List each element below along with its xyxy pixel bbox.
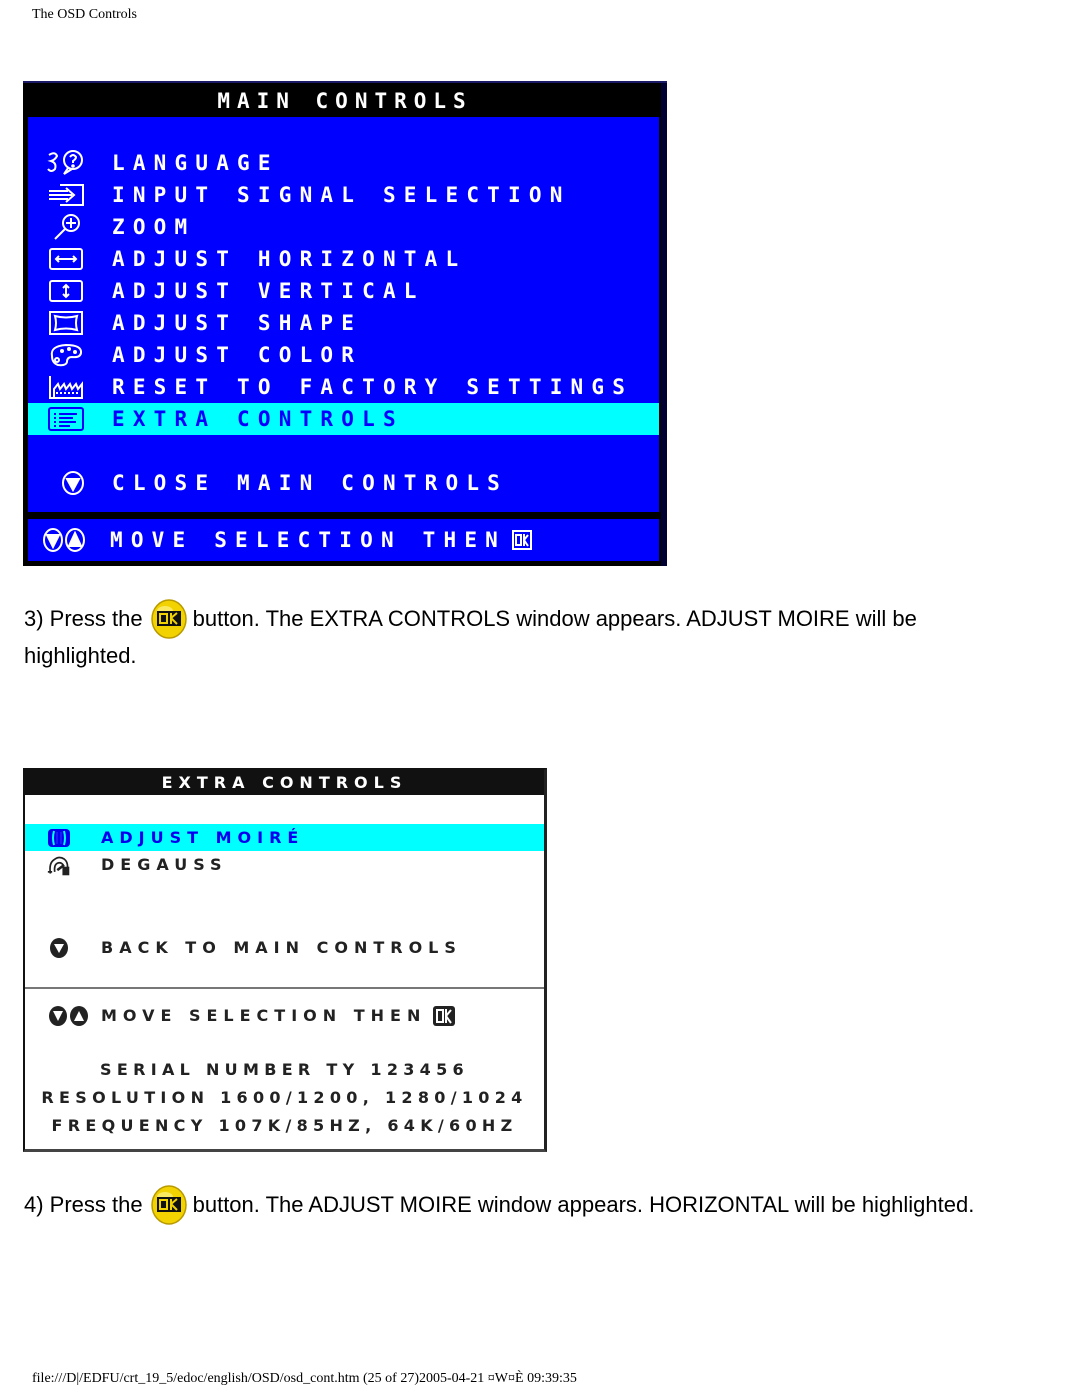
move-selection-hint: MOVE SELECTION THEN — [25, 1002, 544, 1029]
frequency-line: FREQUENCY 107K/85HZ, 64K/60HZ — [51, 1116, 518, 1135]
ok-button-icon — [150, 599, 187, 639]
menu-item-label: LANGUAGE — [112, 151, 279, 175]
back-to-main-controls-label: BACK TO MAIN CONTROLS — [101, 938, 462, 957]
osd-frame-edge — [661, 83, 667, 566]
serial-number-line: SERIAL NUMBER TY 123456 — [100, 1060, 469, 1079]
list-icon — [44, 406, 88, 432]
menu-item-label: INPUT SIGNAL SELECTION — [112, 183, 571, 207]
page-header-title: The OSD Controls — [32, 7, 137, 22]
move-selection-label: MOVE SELECTION THEN — [110, 528, 507, 552]
vertical-arrows-icon — [44, 278, 88, 304]
menu-item-language[interactable]: LANGUAGE — [28, 147, 659, 179]
shape-icon — [44, 310, 88, 336]
menu-item-label: ADJUST MOIRÉ — [101, 828, 305, 847]
ok-button-icon — [150, 1185, 187, 1225]
main-controls-menu: LANGUAGE INPUT SIGNAL SELECTION ZOOM ADJ… — [28, 117, 659, 512]
horizontal-arrows-icon — [44, 246, 88, 272]
main-controls-title: MAIN CONTROLS — [217, 89, 473, 113]
move-selection-hint: MOVE SELECTION THEN — [28, 524, 659, 556]
menu-item-label: ADJUST COLOR — [112, 343, 363, 367]
step-3-suffix: button. The EXTRA CONTROLS window appear… — [192, 606, 917, 631]
menu-item-label: ADJUST SHAPE — [112, 311, 363, 335]
step-4-prefix: 4) Press the — [24, 1192, 143, 1217]
palette-icon — [44, 342, 88, 368]
ok-icon — [510, 527, 534, 553]
main-controls-footer: MOVE SELECTION THEN — [28, 519, 659, 561]
menu-item-label: ADJUST HORIZONTAL — [112, 247, 467, 271]
menu-item-label: EXTRA CONTROLS — [112, 407, 404, 431]
menu-item-input-signal-selection[interactable]: INPUT SIGNAL SELECTION — [28, 179, 659, 211]
step-4-suffix: button. The ADJUST MOIRE window appears.… — [192, 1192, 975, 1217]
close-main-controls-item[interactable]: CLOSE MAIN CONTROLS — [28, 467, 659, 499]
down-triangle-icon — [47, 936, 71, 960]
menu-item-label: ADJUST VERTICAL — [112, 279, 425, 303]
back-to-main-controls-item[interactable]: BACK TO MAIN CONTROLS — [25, 934, 544, 961]
menu-item-degauss[interactable]: DEGAUSS — [25, 851, 544, 878]
up-down-buttons-icon — [42, 527, 88, 553]
degauss-icon — [47, 853, 71, 877]
menu-item-adjust-horizontal[interactable]: ADJUST HORIZONTAL — [28, 243, 659, 275]
menu-item-adjust-color[interactable]: ADJUST COLOR — [28, 339, 659, 371]
language-icon — [44, 150, 88, 176]
menu-item-label: ZOOM — [112, 215, 196, 239]
menu-item-adjust-shape[interactable]: ADJUST SHAPE — [28, 307, 659, 339]
step-3-continuation: highlighted. — [24, 643, 137, 669]
input-signal-icon — [44, 182, 88, 208]
instruction-step-3: 3) Press the button. The EXTRA CONTROLS w… — [24, 599, 917, 674]
menu-item-zoom[interactable]: ZOOM — [28, 211, 659, 243]
instruction-step-4: 4) Press the button. The ADJUST MOIRE win… — [24, 1185, 975, 1225]
moire-icon — [47, 826, 71, 850]
menu-item-adjust-moire[interactable]: ADJUST MOIRÉ — [25, 824, 544, 851]
osd-divider — [25, 987, 544, 989]
resolution-line: RESOLUTION 1600/1200, 1280/1024 — [41, 1088, 528, 1107]
menu-item-label: DEGAUSS — [101, 855, 228, 874]
step-3-prefix: 3) Press the — [24, 606, 143, 631]
close-main-controls-label: CLOSE MAIN CONTROLS — [112, 471, 509, 495]
zoom-icon — [44, 214, 88, 240]
up-down-buttons-icon — [47, 1004, 91, 1028]
menu-item-label: RESET TO FACTORY SETTINGS — [112, 375, 634, 399]
extra-controls-osd: EXTRA CONTROLS ADJUST MOIRÉ DEGAUSS BACK… — [23, 768, 547, 1152]
factory-icon — [44, 374, 88, 400]
move-selection-label: MOVE SELECTION THEN — [101, 1006, 427, 1025]
menu-item-adjust-vertical[interactable]: ADJUST VERTICAL — [28, 275, 659, 307]
main-controls-osd: MAIN CONTROLS LANGUAGE INPUT SIGNAL SELE… — [23, 81, 667, 566]
extra-controls-title: EXTRA CONTROLS — [25, 770, 544, 795]
ok-icon — [432, 1004, 456, 1028]
down-triangle-icon — [58, 470, 88, 496]
menu-item-reset-factory[interactable]: RESET TO FACTORY SETTINGS — [28, 371, 659, 403]
page-footer-path: file:///D|/EDFU/crt_19_5/edoc/english/OS… — [32, 1371, 577, 1386]
menu-item-extra-controls[interactable]: EXTRA CONTROLS — [28, 403, 659, 435]
